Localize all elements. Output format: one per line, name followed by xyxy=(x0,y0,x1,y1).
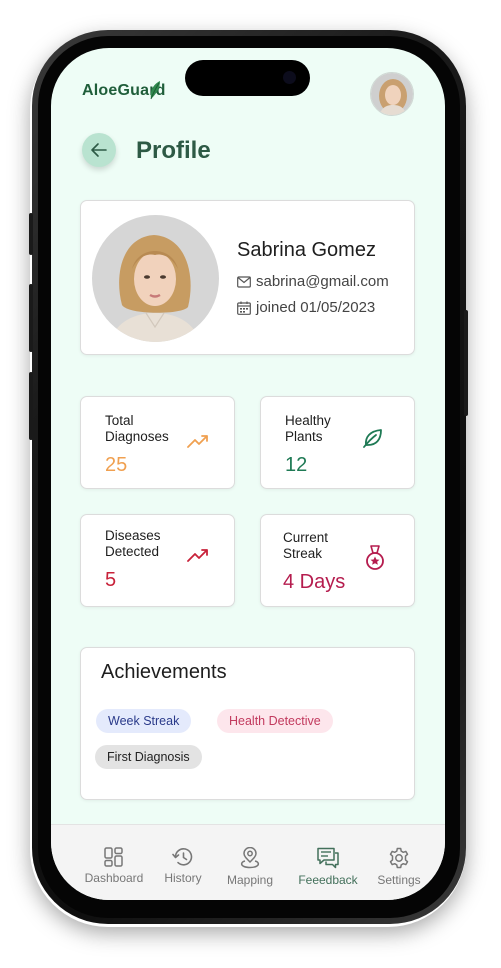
nav-item-settings[interactable]: Settings xyxy=(364,847,434,887)
nav-item-dashboard[interactable]: Dashboard xyxy=(79,847,149,885)
profile-photo xyxy=(92,215,219,342)
profile-card: Sabrina Gomez sabrina@gmail.com joined 0… xyxy=(80,200,415,355)
volume-down-button xyxy=(29,372,33,440)
calendar-icon xyxy=(237,301,251,315)
bottom-nav: Dashboard History Mapping Feeedback Sett… xyxy=(51,824,445,900)
achievements-card: Achievements Week Streak Health Detectiv… xyxy=(80,647,415,800)
stat-value: 12 xyxy=(285,454,308,476)
medal-icon xyxy=(366,545,384,570)
front-camera xyxy=(283,71,296,84)
back-button[interactable] xyxy=(82,133,116,167)
stat-label: Diseases Detected xyxy=(105,528,161,559)
profile-email: sabrina@gmail.com xyxy=(256,273,389,290)
badge-week-streak[interactable]: Week Streak xyxy=(96,709,192,733)
stat-card-total-diagnoses[interactable]: Total Diagnoses 25 xyxy=(80,396,235,489)
nav-item-history[interactable]: History xyxy=(148,847,218,885)
leaf-icon xyxy=(363,429,382,448)
action-button xyxy=(29,213,33,255)
mail-icon xyxy=(237,275,251,288)
map-pin-icon xyxy=(240,847,260,869)
avatar-image xyxy=(371,73,413,115)
nav-label-history: History xyxy=(164,871,202,885)
profile-email-row: sabrina@gmail.com xyxy=(237,273,389,290)
stat-card-healthy-plants[interactable]: Healthy Plants 12 xyxy=(260,396,415,489)
nav-label-dashboard: Dashboard xyxy=(84,871,144,885)
achievements-title: Achievements xyxy=(101,661,227,683)
profile-name: Sabrina Gomez xyxy=(237,239,376,261)
nav-label-feedback: Feeedback xyxy=(298,873,358,887)
history-icon xyxy=(172,848,193,866)
page-title: Profile xyxy=(136,137,211,164)
arrow-left-icon xyxy=(91,143,107,157)
nav-item-mapping[interactable]: Mapping xyxy=(215,847,285,887)
gear-icon xyxy=(389,847,409,869)
feedback-icon xyxy=(317,847,339,869)
stat-value: 25 xyxy=(105,454,128,476)
badge-health-detective[interactable]: Health Detective xyxy=(217,709,333,733)
stat-card-diseases-detected[interactable]: Diseases Detected 5 xyxy=(80,514,235,607)
dynamic-island xyxy=(185,60,310,96)
stat-label: Total Diagnoses xyxy=(105,413,169,444)
power-button xyxy=(464,310,468,416)
stat-value: 4 Days xyxy=(283,571,346,593)
profile-joined-date: joined 01/05/2023 xyxy=(256,299,376,316)
trending-up-icon xyxy=(187,549,208,562)
trending-up-icon xyxy=(187,435,208,448)
stat-value: 5 xyxy=(105,569,117,591)
nav-label-mapping: Mapping xyxy=(226,873,274,887)
user-avatar-button[interactable] xyxy=(370,72,414,116)
badge-first-diagnosis[interactable]: First Diagnosis xyxy=(95,745,202,769)
volume-up-button xyxy=(29,284,33,352)
nav-label-settings: Settings xyxy=(377,873,421,887)
stat-label: Current Streak xyxy=(283,530,329,561)
leaf-logo-icon xyxy=(150,81,160,100)
profile-joined-row: joined 01/05/2023 xyxy=(237,299,375,316)
stat-card-current-streak[interactable]: Current Streak 4 Days xyxy=(260,514,415,607)
nav-item-feedback[interactable]: Feeedback xyxy=(293,847,363,887)
app-screen: AloeGuard Profile Sabrina Gomez sabrina@… xyxy=(51,48,445,900)
stat-label: Healthy Plants xyxy=(285,413,331,444)
dashboard-icon xyxy=(104,847,123,867)
